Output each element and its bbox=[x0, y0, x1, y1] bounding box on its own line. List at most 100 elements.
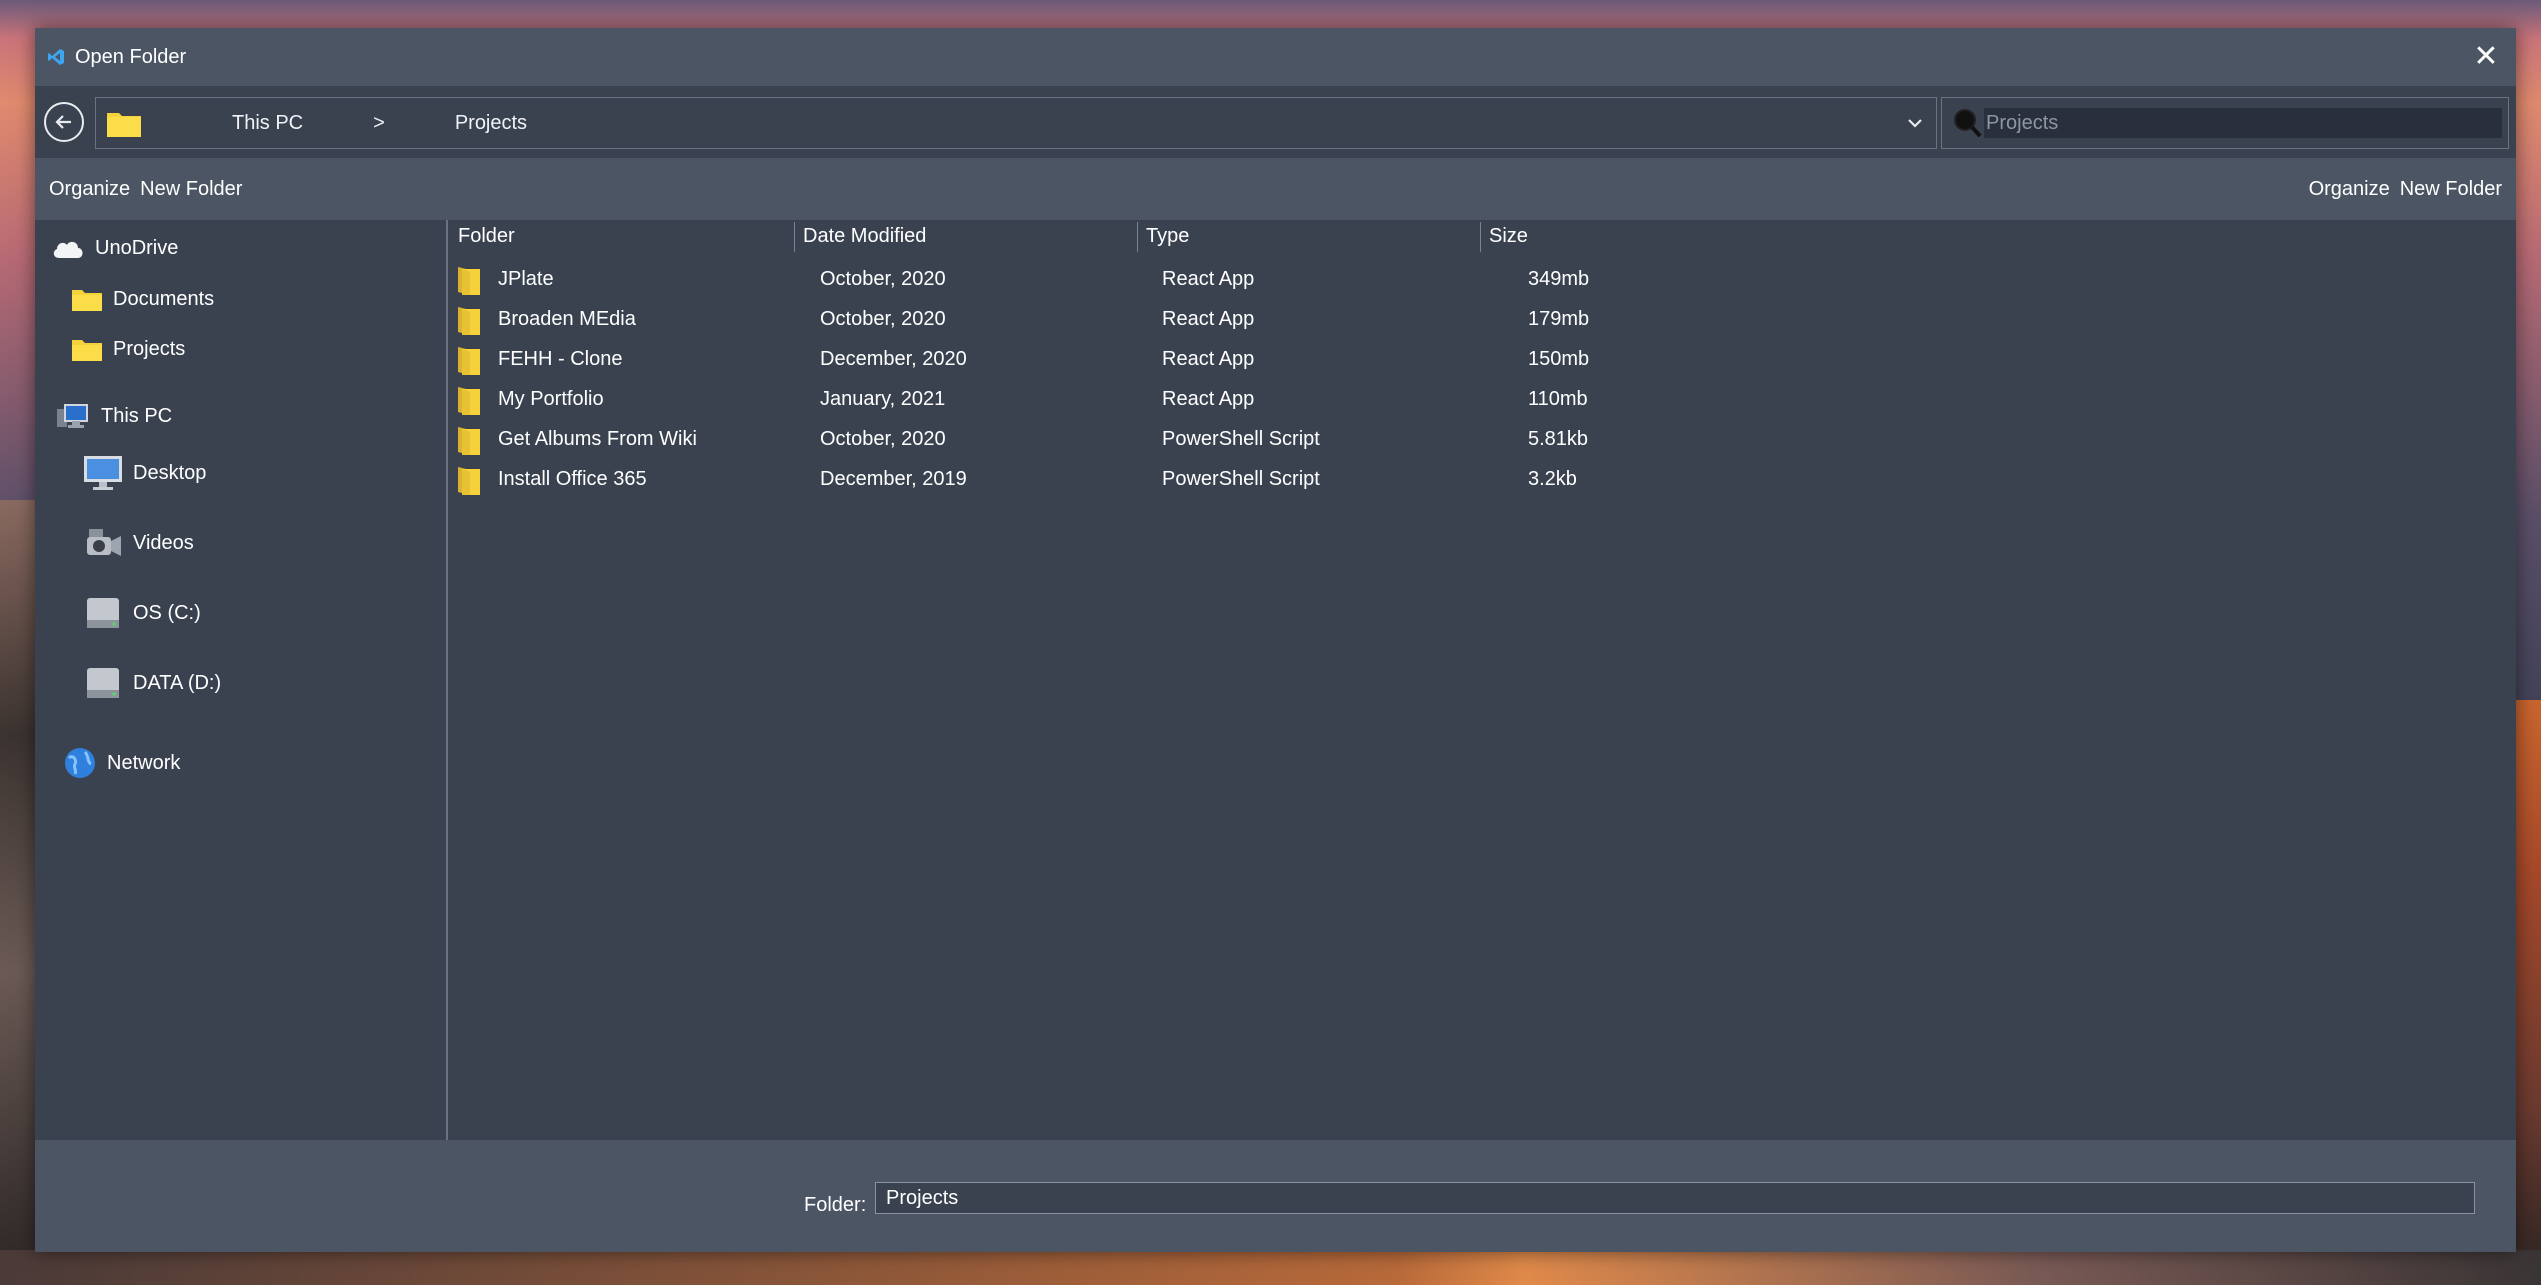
table-row[interactable]: Broaden MEdia October, 2020 React App 17… bbox=[450, 300, 1589, 340]
wallpaper-bottom bbox=[0, 1250, 2541, 1285]
row-date: December, 2019 bbox=[820, 468, 967, 490]
row-size: 5.81kb bbox=[1528, 428, 1589, 450]
globe-icon bbox=[65, 748, 95, 778]
footer-bar: Folder: bbox=[35, 1140, 2516, 1252]
folder-icon bbox=[458, 387, 480, 415]
sidebar-item-desktop[interactable]: Desktop bbox=[83, 454, 206, 492]
breadcrumb-this-pc[interactable]: This PC bbox=[232, 112, 303, 135]
row-size: 179mb bbox=[1528, 308, 1590, 330]
row-name: My Portfolio bbox=[498, 388, 604, 410]
new-folder-button[interactable]: New Folder bbox=[140, 178, 242, 201]
column-header-label: Type bbox=[1146, 224, 1190, 247]
folder-name-input[interactable] bbox=[875, 1182, 2475, 1214]
row-type: PowerShell Script bbox=[1162, 468, 1320, 490]
navigation-sidebar: UnoDrive Documents Projects This PC Desk… bbox=[35, 220, 448, 1140]
column-header-label: Size bbox=[1489, 224, 1528, 247]
sidebar-item-documents[interactable]: Documents bbox=[71, 286, 214, 312]
table-row[interactable]: Get Albums From Wiki October, 2020 Power… bbox=[450, 420, 1588, 460]
back-button[interactable] bbox=[44, 102, 84, 142]
table-row[interactable]: My Portfolio January, 2021 React App 110… bbox=[450, 380, 1588, 420]
monitor-icon bbox=[84, 456, 122, 490]
row-date: October, 2020 bbox=[820, 308, 946, 330]
sidebar-item-label: Videos bbox=[133, 531, 194, 554]
row-name: JPlate bbox=[498, 268, 554, 290]
sidebar-item-network[interactable]: Network bbox=[63, 746, 180, 780]
close-icon: ✕ bbox=[2473, 39, 2499, 73]
column-header-type[interactable]: Type bbox=[1138, 220, 1480, 252]
row-name: Install Office 365 bbox=[498, 468, 647, 490]
row-type: React App bbox=[1162, 268, 1255, 290]
column-header-size[interactable]: Size bbox=[1481, 220, 1681, 252]
row-size: 349mb bbox=[1528, 268, 1590, 290]
sidebar-item-os-c[interactable]: OS (C:) bbox=[83, 594, 201, 632]
row-size: 150mb bbox=[1528, 348, 1590, 370]
column-header-label: Folder bbox=[458, 224, 515, 247]
breadcrumb-projects[interactable]: Projects bbox=[455, 112, 527, 135]
sidebar-item-label: UnoDrive bbox=[95, 236, 179, 259]
row-name: FEHH - Clone bbox=[498, 348, 623, 370]
table-row[interactable]: JPlate October, 2020 React App 349mb bbox=[450, 260, 1589, 300]
row-date: January, 2021 bbox=[820, 388, 946, 410]
sidebar-item-unodrive[interactable]: UnoDrive bbox=[51, 236, 178, 260]
row-name: Get Albums From Wiki bbox=[498, 428, 697, 450]
folder-icon bbox=[458, 467, 480, 495]
sidebar-item-data-d[interactable]: DATA (D:) bbox=[83, 664, 221, 702]
column-header-date[interactable]: Date Modified bbox=[795, 220, 1137, 252]
row-size: 3.2kb bbox=[1528, 468, 1577, 490]
row-type: React App bbox=[1162, 388, 1255, 410]
path-box[interactable]: This PC > Projects bbox=[95, 97, 1937, 149]
sidebar-item-label: This PC bbox=[101, 404, 173, 427]
row-date: December, 2020 bbox=[820, 348, 967, 370]
breadcrumb-separator: > bbox=[373, 111, 385, 134]
address-bar: This PC > Projects bbox=[35, 86, 2516, 158]
computer-icon bbox=[57, 404, 88, 428]
sidebar-item-videos[interactable]: Videos bbox=[83, 525, 194, 561]
search-icon bbox=[1954, 109, 1982, 138]
sidebar-item-projects[interactable]: Projects bbox=[71, 336, 185, 362]
search-input[interactable] bbox=[1984, 108, 2502, 138]
arrow-left-icon bbox=[55, 115, 71, 129]
drive-icon bbox=[87, 598, 119, 628]
main-area: UnoDrive Documents Projects This PC Desk… bbox=[35, 220, 2516, 1140]
folder-icon bbox=[458, 307, 480, 335]
folder-icon bbox=[107, 113, 141, 137]
column-header-folder[interactable]: Folder bbox=[450, 220, 794, 252]
row-type: React App bbox=[1162, 308, 1255, 330]
vscode-icon bbox=[48, 49, 64, 65]
organize-button[interactable]: Organize bbox=[49, 178, 130, 201]
sidebar-item-this-pc[interactable]: This PC bbox=[55, 401, 172, 431]
folder-label: Folder: bbox=[804, 1194, 867, 1216]
chevron-down-icon[interactable] bbox=[1902, 110, 1928, 136]
row-date: October, 2020 bbox=[820, 268, 946, 290]
row-type: PowerShell Script bbox=[1162, 428, 1320, 450]
folder-icon bbox=[458, 267, 480, 295]
sidebar-item-label: Network bbox=[107, 751, 181, 774]
sidebar-item-label: Projects bbox=[113, 337, 186, 360]
row-size: 110mb bbox=[1528, 388, 1588, 410]
sidebar-item-label: Documents bbox=[113, 287, 215, 310]
camera-icon bbox=[87, 529, 121, 556]
toolbar: Organize New Folder Organize New Folder bbox=[35, 158, 2516, 220]
search-box bbox=[1941, 97, 2509, 149]
column-header-label: Date Modified bbox=[803, 224, 927, 247]
window-title: Open Folder bbox=[75, 45, 187, 68]
sidebar-item-label: DATA (D:) bbox=[133, 671, 222, 694]
organize-button-right[interactable]: Organize bbox=[2309, 178, 2390, 201]
folder-icon bbox=[458, 427, 480, 455]
row-type: React App bbox=[1162, 348, 1255, 370]
cloud-icon bbox=[53, 241, 83, 258]
wallpaper-left bbox=[0, 500, 40, 1285]
table-row[interactable]: Install Office 365 December, 2019 PowerS… bbox=[450, 460, 1577, 500]
row-name: Broaden MEdia bbox=[498, 308, 636, 330]
close-button[interactable]: ✕ bbox=[2464, 34, 2508, 78]
file-list: Folder Date Modified Type Size JPlate Oc… bbox=[450, 220, 2516, 1140]
sidebar-item-label: OS (C:) bbox=[133, 601, 201, 624]
folder-icon bbox=[458, 347, 480, 375]
table-row[interactable]: FEHH - Clone December, 2020 React App 15… bbox=[450, 340, 1589, 380]
new-folder-button-right[interactable]: New Folder bbox=[2400, 178, 2502, 201]
title-bar: Open Folder ✕ bbox=[35, 28, 2516, 86]
open-folder-dialog: Open Folder ✕ This PC > Projects Project… bbox=[35, 28, 2516, 1252]
folder-icon bbox=[72, 290, 102, 311]
row-date: October, 2020 bbox=[820, 428, 946, 450]
folder-icon bbox=[72, 340, 102, 361]
